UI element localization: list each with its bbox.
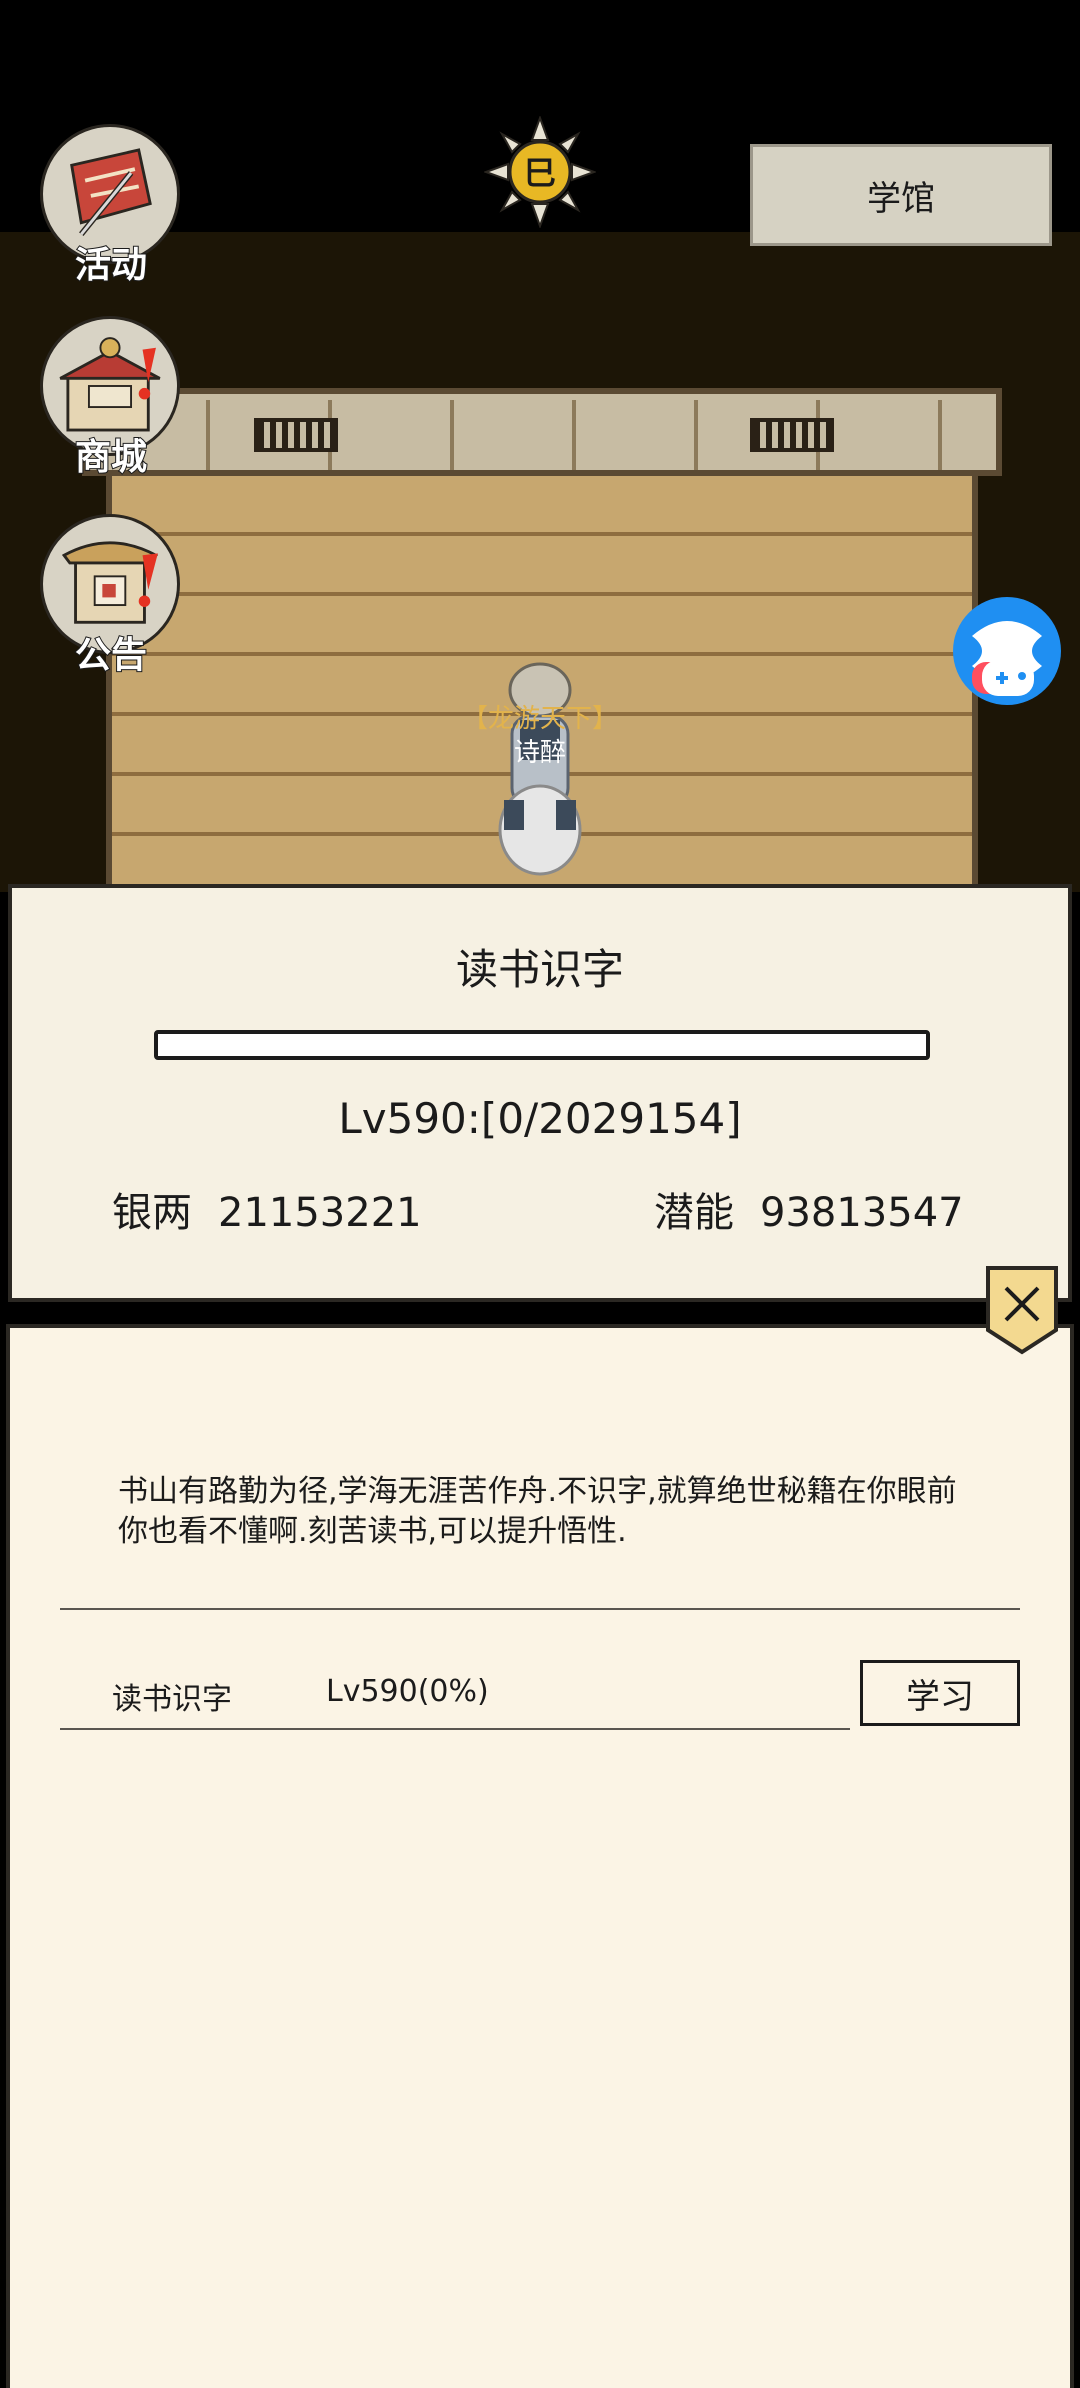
window-vent-left (254, 418, 338, 452)
wall-panel (454, 400, 576, 470)
shop-label: 商城 (74, 436, 148, 479)
notice-label: 公告 (74, 634, 148, 677)
events-label: 活动 (74, 244, 148, 287)
time-sun-icon[interactable]: 巳 (484, 116, 596, 228)
silver-stat: 银两 21153221 (112, 1180, 422, 1238)
wall-panel (820, 400, 942, 470)
divider-bottom (60, 1728, 850, 1730)
npc-sprite (498, 662, 582, 876)
panel-title: 读书识字 (455, 945, 624, 994)
learn-button[interactable]: 学习 (860, 1660, 1020, 1726)
silver-value: 21153221 (218, 1190, 422, 1236)
skill-detail-panel: 书山有路勤为径,学海无涯苦作舟.不识字,就算绝世秘籍在你眼前你也看不懂啊.刻苦读… (6, 1324, 1074, 2388)
skill-progress-bar (154, 1030, 930, 1060)
skill-info-panel: 读书识字 Lv590:[0/2029154] 银两 21153221 潜能 9381… (8, 884, 1072, 1302)
game-screen: 【龙游天下】 诗醉 巳 学馆 活动 商城 公告 读书识字 Lv590:[0/20… (0, 0, 1080, 2388)
potential-value: 93813547 (760, 1190, 964, 1236)
sun-glyph: 巳 (524, 154, 556, 192)
potential-stat: 潜能 93813547 (654, 1180, 964, 1238)
close-button[interactable] (984, 1264, 1060, 1356)
skill-row-name: 读书识字 (112, 1682, 232, 1717)
academy-button[interactable]: 学馆 (750, 144, 1052, 246)
events-button[interactable]: 活动 (38, 124, 184, 294)
shop-button[interactable]: 商城 (38, 316, 184, 486)
wall-panel (576, 400, 698, 470)
room-back-wall (82, 388, 1002, 476)
npc-character[interactable]: 【龙游天下】 诗醉 (462, 660, 618, 890)
skill-level-progress: Lv590:[0/2029154] (338, 1094, 742, 1143)
floating-assistant-icon[interactable] (952, 596, 1062, 706)
npc-name: 诗醉 (513, 738, 566, 768)
npc-title: 【龙游天下】 (461, 704, 618, 734)
window-vent-right (750, 418, 834, 452)
silver-label: 银两 (112, 1190, 192, 1236)
potential-label: 潜能 (654, 1190, 734, 1236)
academy-label: 学馆 (867, 178, 935, 219)
skill-description: 书山有路勤为径,学海无涯苦作舟.不识字,就算绝世秘籍在你眼前你也看不懂啊.刻苦读… (118, 1474, 957, 1549)
learn-label: 学习 (906, 1676, 974, 1717)
skill-row-level: Lv590(0%) (326, 1674, 489, 1709)
divider-top (60, 1608, 1020, 1610)
notice-button[interactable]: 公告 (38, 514, 184, 684)
wall-panel (332, 400, 454, 470)
